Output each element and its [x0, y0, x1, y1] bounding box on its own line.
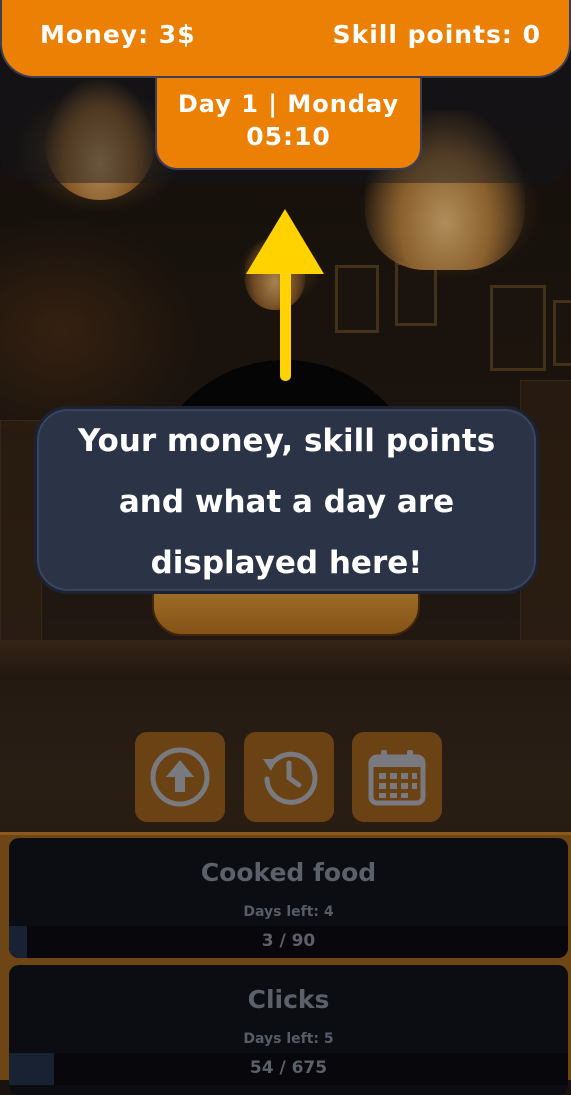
quest-progress-bar: 3 / 90	[9, 926, 568, 958]
quest-title: Clicks	[247, 985, 330, 1014]
history-button[interactable]	[244, 732, 334, 822]
tutorial-bubble[interactable]: Your money, skill points and what a day …	[34, 406, 539, 594]
quest-progress-bar: 54 / 675	[9, 1053, 568, 1085]
time-label: 05:10	[246, 122, 331, 151]
day-label: Day 1 | Monday	[177, 90, 400, 118]
day-time-panel: Day 1 | Monday 05:10	[155, 78, 422, 170]
tutorial-line-3: displayed here!	[150, 545, 423, 581]
upgrade-button[interactable]	[135, 732, 225, 822]
quest-progress-text: 3 / 90	[261, 931, 316, 951]
quest-title: Cooked food	[200, 858, 377, 887]
calendar-icon	[368, 750, 426, 806]
pointer-arrow-icon	[246, 209, 324, 381]
money-label: Money: 3$	[40, 20, 196, 49]
quest-card[interactable]: Clicks Days left: 5 54 / 675	[9, 965, 568, 1095]
quest-days-left: Days left: 5	[243, 1031, 334, 1047]
calendar-button[interactable]	[352, 732, 442, 822]
top-status-bar: Money: 3$ Skill points: 0	[0, 0, 571, 78]
tutorial-line-1: Your money, skill points	[77, 423, 496, 459]
quest-card[interactable]: Cooked food Days left: 4 3 / 90	[9, 838, 568, 958]
quest-progress-text: 54 / 675	[249, 1058, 328, 1078]
tutorial-line-2: and what a day are	[118, 484, 455, 520]
quest-days-left: Days left: 4	[243, 904, 334, 920]
arrow-up-circle-icon	[150, 747, 210, 807]
clock-history-icon	[263, 751, 318, 805]
skill-points-label: Skill points: 0	[332, 20, 541, 49]
